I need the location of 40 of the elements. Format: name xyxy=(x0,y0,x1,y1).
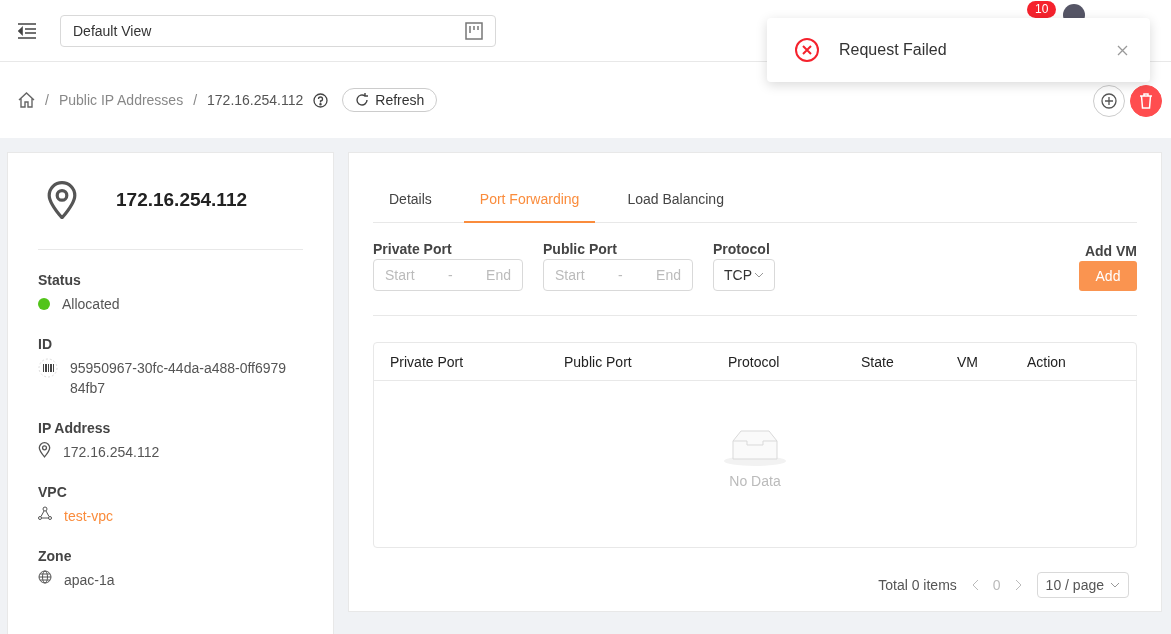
field-label: IP Address xyxy=(38,420,112,437)
tab[interactable]: Details xyxy=(373,177,448,223)
total-count: Total 0 items xyxy=(878,577,957,593)
tab[interactable]: Port Forwarding xyxy=(463,177,596,223)
field-label: Zone xyxy=(38,548,73,565)
view-select[interactable]: Default View xyxy=(60,14,496,47)
field-label: ID xyxy=(38,336,53,353)
refresh-button[interactable]: Refresh xyxy=(342,88,438,112)
toast-message: Request Failed xyxy=(839,41,948,59)
field-label: Status xyxy=(38,272,82,289)
empty-text: No Data xyxy=(729,473,781,489)
breadcrumb-separator: / xyxy=(193,92,198,108)
breadcrumb-current: 172.16.254.112 xyxy=(207,92,304,108)
column-header: Private Port xyxy=(390,353,465,370)
notification-badge: 10 xyxy=(1027,1,1057,18)
column-header: State xyxy=(861,353,895,370)
page-number[interactable]: 0 xyxy=(992,577,1001,593)
port-range-field[interactable]: Start - End xyxy=(373,259,523,291)
port-range-field[interactable]: Start - End xyxy=(543,259,693,291)
field-label: Add VM xyxy=(1084,243,1137,259)
tab[interactable]: Load Balancing xyxy=(611,177,740,223)
column-header: Public Port xyxy=(564,353,633,370)
field-value: 172.16.254.112 xyxy=(63,443,160,463)
protocol-select[interactable]: TCP xyxy=(713,259,775,291)
add-vm-button[interactable]: Add xyxy=(1079,261,1137,291)
field-value: apac-1a xyxy=(64,571,115,591)
field-value: 95950967-30fc-44da-a488-0ff697984fb7 xyxy=(70,359,288,399)
field-label: VPC xyxy=(38,484,68,501)
column-header: Protocol xyxy=(728,353,781,370)
column-header: Action xyxy=(1027,353,1067,370)
summary-title: 172.16.254.112 xyxy=(116,189,248,212)
field-label: Protocol xyxy=(713,241,771,257)
breadcrumb-separator: / xyxy=(45,92,49,108)
field-label: Public Port xyxy=(543,241,618,257)
page-size-select[interactable]: 10 / page xyxy=(1036,572,1129,598)
column-header: VM xyxy=(957,353,979,370)
vpc-link[interactable]: test-vpc xyxy=(64,506,113,527)
field-label: Private Port xyxy=(373,241,453,257)
breadcrumb-link[interactable]: Public IP Addresses xyxy=(58,92,184,108)
field-value: Allocated xyxy=(62,295,120,315)
